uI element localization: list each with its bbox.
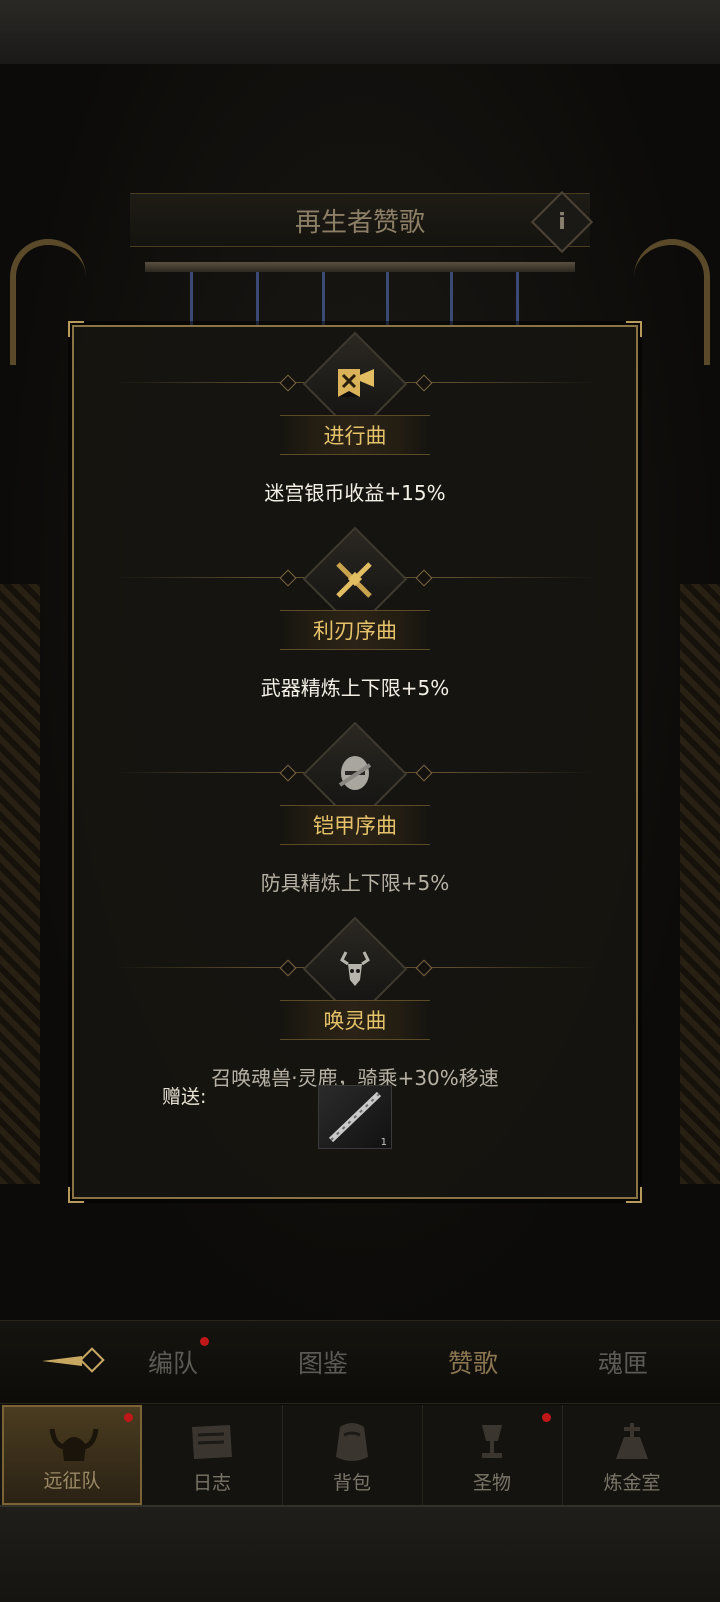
song-name-plate: 唤灵曲 [280,1000,430,1040]
item-count: 1 [380,1137,387,1148]
divider-ornament [415,764,433,782]
song-name-plate: 铠甲序曲 [280,805,430,845]
harp-string [450,272,453,327]
info-icon: i [558,209,566,235]
song-entry: 唤灵曲 召唤魂兽·灵鹿，骑乘+30%移速 [74,912,636,1102]
harp-right-ornament [634,239,710,365]
footer-strip [0,1505,720,1602]
harp-string [256,272,259,327]
divider-ornament [279,569,297,587]
alchemy-icon [604,1417,660,1467]
song-effect: 武器精炼上下限+5% [260,676,450,700]
tab-soul-box[interactable]: 魂匣 [558,1321,688,1403]
tab-label: 魂匣 [597,1349,648,1378]
song-name: 唤灵曲 [323,1009,387,1033]
sub-tab-bar: 编队 图鉴 赞歌 魂匣 [0,1320,720,1404]
top-bar [0,0,720,66]
song-entry: 铠甲序曲 防具精炼上下限+5% [74,717,636,907]
song-name: 利刃序曲 [313,619,397,643]
notification-badge [542,1413,551,1422]
harp-string [322,272,325,327]
harp-rail [145,262,575,272]
knot-border-left [0,584,40,1184]
divider-ornament [279,959,297,977]
helmet-icon [323,742,387,806]
banner-trumpet-icon [323,352,387,416]
harp-string [190,272,193,327]
song-list-popup: 进行曲 迷宫银币收益+15% 利刃序曲 武器精炼上下限+5% 铠甲序曲 防具精炼… [68,321,642,1203]
horned-helmet-icon [46,1419,102,1469]
divider-ornament [279,764,297,782]
tab-label: 图鉴 [297,1349,348,1378]
divider-ornament [415,959,433,977]
popup-corner [626,1187,642,1203]
tab-codex[interactable]: 图鉴 [258,1321,388,1403]
back-arrow-icon [42,1347,105,1373]
nav-journal[interactable]: 日志 [142,1405,283,1505]
page-title-bar: 再生者赞歌 [130,193,590,247]
song-name: 进行曲 [323,424,387,448]
deer-head-icon [323,937,387,1001]
nav-label: 炼金室 [603,1472,661,1494]
nav-expedition[interactable]: 远征队 [2,1405,142,1505]
harp-string [386,272,389,327]
song-name-plate: 利刃序曲 [280,610,430,650]
song-entry: 利刃序曲 武器精炼上下限+5% [74,522,636,712]
harp-string [516,272,519,327]
nav-label: 远征队 [43,1470,101,1492]
notification-badge [200,1337,209,1346]
nav-bag[interactable]: 背包 [282,1405,423,1505]
divider-ornament [279,374,297,392]
tab-label: 赞歌 [447,1349,498,1378]
song-effect: 防具精炼上下限+5% [260,871,450,895]
scroll-icon [184,1417,240,1467]
gift-item-slot[interactable]: 1 [318,1085,392,1149]
song-name-plate: 进行曲 [280,415,430,455]
gift-label: 赠送: [162,1086,207,1108]
divider-ornament [415,374,433,392]
song-name: 铠甲序曲 [313,814,397,838]
notification-badge [124,1413,133,1422]
nav-label: 背包 [332,1472,371,1494]
bag-icon [324,1417,380,1467]
knot-border-right [680,584,720,1184]
nav-label: 圣物 [472,1472,511,1494]
song-entry: 进行曲 迷宫银币收益+15% [74,327,636,517]
chalice-icon [464,1417,520,1467]
crossed-swords-icon [323,547,387,611]
tab-formation[interactable]: 编队 [108,1321,238,1403]
page-title: 再生者赞歌 [294,207,425,238]
tab-hymn[interactable]: 赞歌 [408,1321,538,1403]
nav-alchemy[interactable]: 炼金室 [562,1405,702,1505]
nav-label: 日志 [192,1472,231,1494]
back-button[interactable] [40,1343,110,1379]
bottom-navigation: 远征队 日志 背包 圣物 炼金室 [0,1405,720,1505]
song-effect: 迷宫银币收益+15% [264,481,446,505]
divider-ornament [415,569,433,587]
popup-corner [68,1187,84,1203]
tab-label: 编队 [147,1349,198,1378]
